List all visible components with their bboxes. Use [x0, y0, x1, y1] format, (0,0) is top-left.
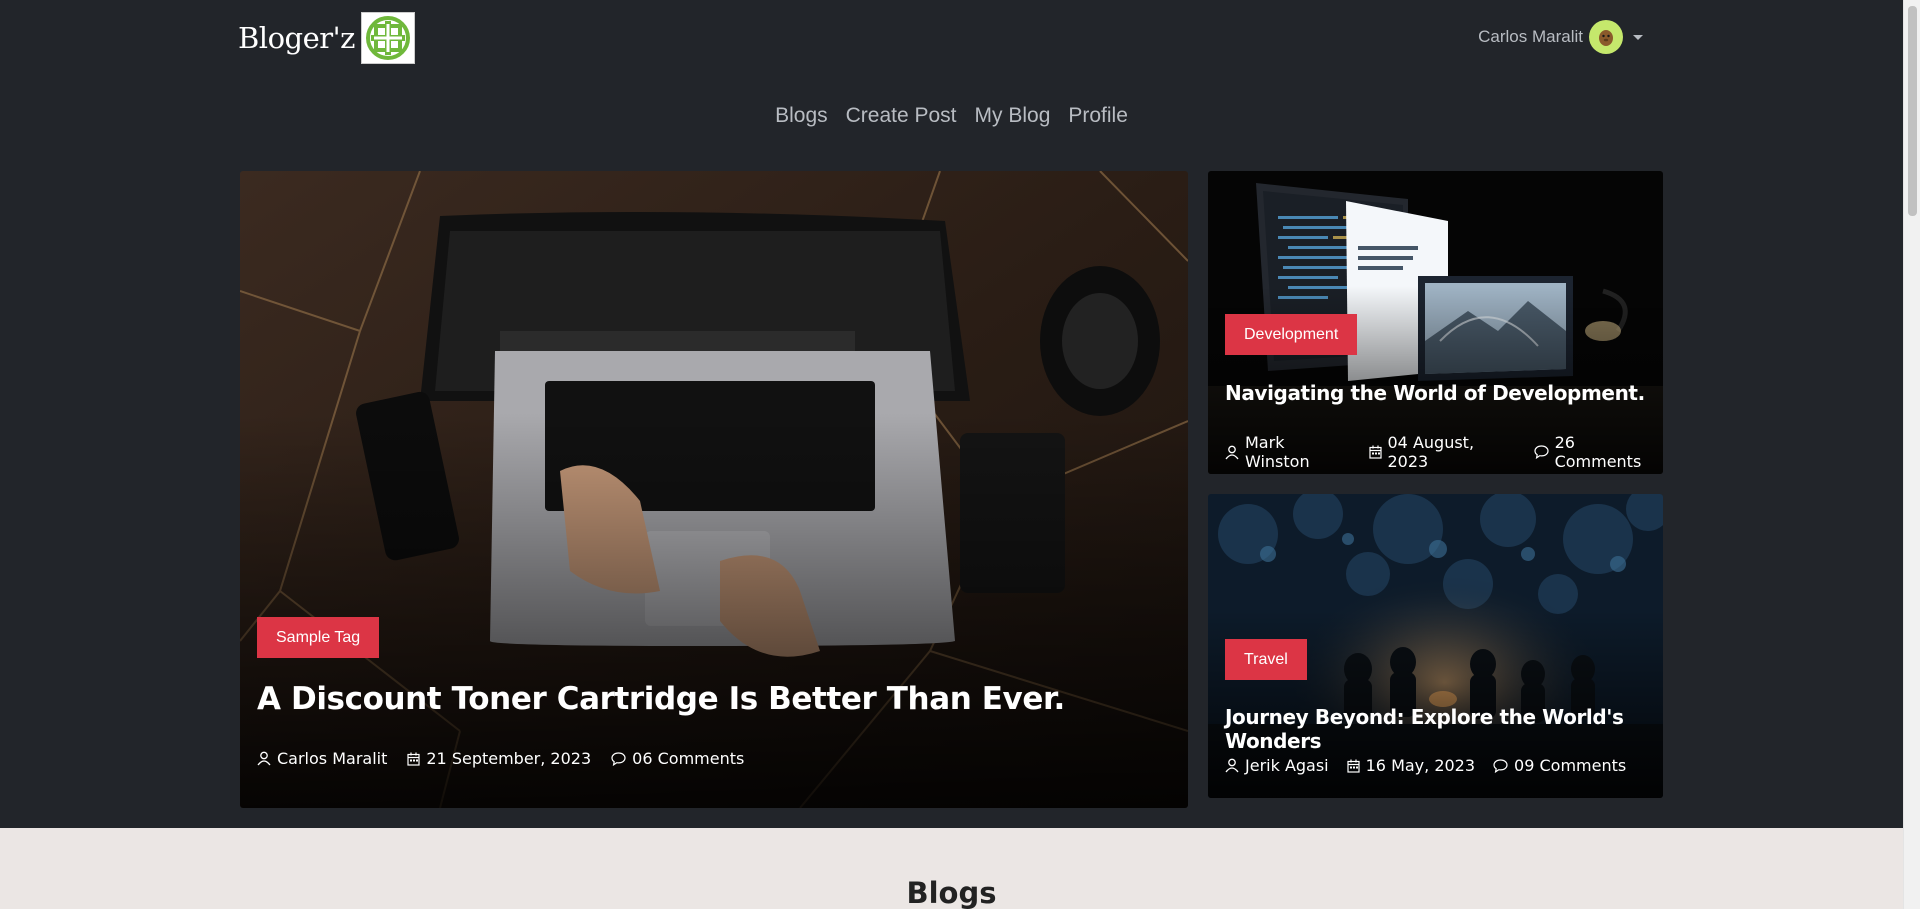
post-date: 21 September, 2023: [407, 749, 591, 768]
scrollbar-thumb[interactable]: [1908, 6, 1917, 216]
post-tag[interactable]: Sample Tag: [257, 617, 380, 658]
post-meta: Jerik Agasi 16 May, 2023 09 Comments: [1225, 756, 1626, 775]
post-date: 16 May, 2023: [1347, 756, 1475, 775]
post-comments[interactable]: 09 Comments: [1493, 756, 1626, 775]
user-menu[interactable]: Carlos Maralit: [1478, 20, 1643, 54]
user-name[interactable]: Carlos Maralit: [1478, 27, 1583, 47]
nav-create-post[interactable]: Create Post: [846, 104, 957, 128]
calendar-icon: [1347, 759, 1360, 773]
featured-post-travel[interactable]: Travel Journey Beyond: Explore the World…: [1208, 494, 1663, 798]
page-scrollbar[interactable]: [1903, 0, 1920, 909]
user-icon: [257, 751, 271, 766]
nav-profile[interactable]: Profile: [1068, 104, 1128, 128]
main-nav: Blogs Create Post My Blog Profile: [0, 104, 1903, 128]
chevron-down-icon[interactable]: [1633, 34, 1643, 40]
brand-name[interactable]: Bloger'z: [238, 21, 355, 55]
avatar-icon[interactable]: [1589, 20, 1623, 54]
post-author[interactable]: Mark Winston: [1225, 433, 1351, 471]
logo-icon[interactable]: [360, 12, 415, 64]
post-tag[interactable]: Travel: [1225, 639, 1307, 680]
post-date-text: 16 May, 2023: [1365, 756, 1476, 775]
comment-icon: [1533, 445, 1549, 459]
post-title[interactable]: A Discount Toner Cartridge Is Better Tha…: [257, 681, 1065, 717]
post-comments[interactable]: 06 Comments: [611, 749, 744, 768]
user-icon: [1225, 758, 1239, 773]
calendar-icon: [1368, 445, 1382, 459]
post-tag[interactable]: Development: [1225, 314, 1358, 355]
comment-icon: [611, 751, 626, 766]
featured-post-development[interactable]: Development Navigating the World of Deve…: [1208, 171, 1663, 474]
comment-icon: [1493, 758, 1508, 773]
nav-my-blog[interactable]: My Blog: [975, 104, 1051, 128]
featured-post-main[interactable]: Sample Tag A Discount Toner Cartridge Is…: [240, 171, 1188, 808]
post-date-text: 04 August, 2023: [1387, 433, 1475, 471]
post-comments-count[interactable]: 09 Comments: [1514, 756, 1626, 775]
post-author[interactable]: Jerik Agasi: [1225, 756, 1329, 775]
post-meta: Mark Winston 04 August, 2023 26 Comments: [1225, 433, 1663, 471]
post-comments-count[interactable]: 06 Comments: [632, 749, 744, 768]
brand[interactable]: Bloger'z: [238, 12, 415, 64]
post-author-name[interactable]: Mark Winston: [1245, 433, 1351, 471]
post-author-name[interactable]: Jerik Agasi: [1245, 756, 1329, 775]
nav-blogs[interactable]: Blogs: [775, 104, 828, 128]
post-title[interactable]: Navigating the World of Development.: [1225, 381, 1645, 405]
calendar-icon: [407, 752, 420, 766]
post-author-name[interactable]: Carlos Maralit: [277, 749, 387, 768]
user-icon: [1225, 445, 1239, 459]
post-comments[interactable]: 26 Comments: [1533, 433, 1663, 471]
post-date-text: 21 September, 2023: [426, 749, 592, 768]
post-meta: Carlos Maralit 21 September, 2023 06 Com…: [257, 749, 744, 768]
site-header: Bloger'z Carlos Maralit Blogs Create Pos…: [0, 0, 1903, 828]
post-author[interactable]: Carlos Maralit: [257, 749, 387, 768]
post-comments-count[interactable]: 26 Comments: [1555, 433, 1663, 471]
post-date: 04 August, 2023: [1368, 433, 1516, 471]
section-title: Blogs: [906, 876, 997, 909]
post-title[interactable]: Journey Beyond: Explore the World's Wond…: [1225, 705, 1663, 753]
blogs-section: Blogs: [0, 828, 1903, 909]
